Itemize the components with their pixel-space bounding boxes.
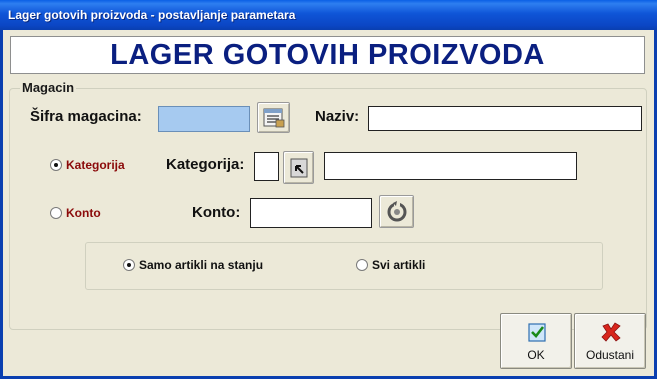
naziv-label: Naziv:	[315, 108, 360, 125]
konto-radio[interactable]	[50, 207, 62, 219]
ok-label: OK	[527, 348, 545, 362]
kategorija-radio[interactable]	[50, 159, 62, 171]
naziv-input[interactable]	[368, 106, 642, 131]
samo-artikli-na-stanju-label[interactable]: Samo artikli na stanju	[139, 258, 263, 272]
konto-refresh-button[interactable]	[379, 195, 414, 228]
konto-label: Konto:	[192, 204, 241, 221]
kategorija-code-input[interactable]	[254, 152, 279, 181]
odustani-label: Odustani	[585, 348, 635, 362]
kategorija-label: Kategorija:	[166, 156, 245, 173]
konto-input[interactable]	[250, 198, 372, 228]
samo-artikli-na-stanju-radio[interactable]	[123, 259, 135, 271]
svi-artikli-radio[interactable]	[356, 259, 368, 271]
dialog-client: LAGER GOTOVIH PROIZVODA Magacin Šifra ma…	[3, 30, 654, 376]
sifra-magacina-label: Šifra magacina:	[30, 108, 142, 125]
banner-title: LAGER GOTOVIH PROIZVODA	[110, 39, 545, 71]
magacin-lookup-button[interactable]	[257, 102, 290, 133]
svi-artikli-label[interactable]: Svi artikli	[372, 258, 425, 272]
odustani-button[interactable]: Odustani	[574, 313, 646, 369]
list-lookup-icon	[263, 108, 285, 128]
ok-button[interactable]: OK	[500, 313, 572, 369]
red-x-icon	[601, 322, 621, 342]
banner: LAGER GOTOVIH PROIZVODA	[10, 36, 645, 74]
checkmark-icon	[528, 323, 546, 342]
sifra-magacina-input[interactable]	[158, 106, 250, 132]
arrow-lookup-icon	[290, 158, 308, 178]
kategorija-radio-label[interactable]: Kategorija	[66, 158, 125, 172]
magacin-legend: Magacin	[20, 80, 77, 95]
kategorija-lookup-button[interactable]	[283, 151, 314, 184]
konto-radio-label[interactable]: Konto	[66, 206, 101, 220]
refresh-icon	[387, 201, 407, 222]
window-titlebar[interactable]: Lager gotovih proizvoda - postavljanje p…	[0, 0, 657, 30]
kategorija-name-input[interactable]	[324, 152, 577, 180]
window-title: Lager gotovih proizvoda - postavljanje p…	[8, 8, 296, 22]
